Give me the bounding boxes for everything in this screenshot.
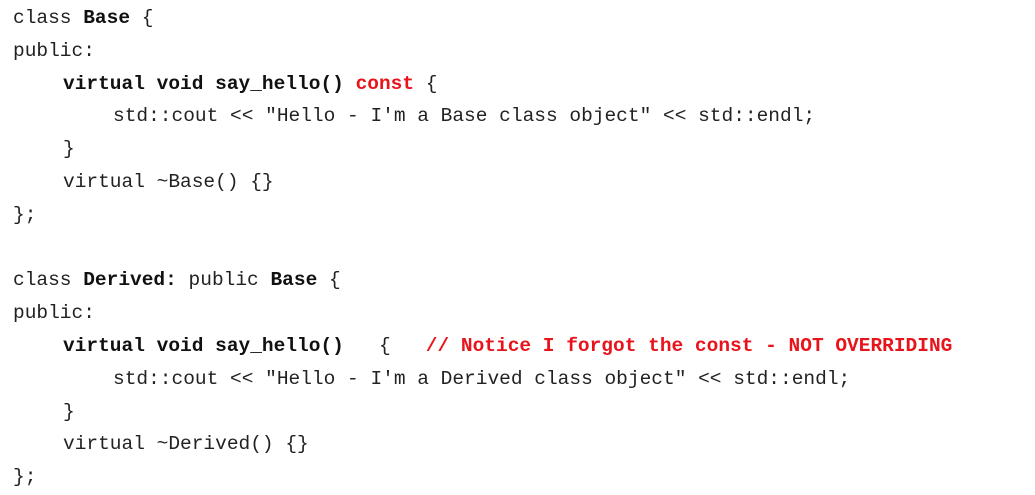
code-line: virtual ~Derived() {} bbox=[63, 429, 309, 459]
code-line: class Base { bbox=[13, 3, 153, 33]
code-line: }; bbox=[13, 462, 36, 492]
code-line: std::cout << "Hello - I'm a Base class o… bbox=[113, 101, 815, 131]
code-line: }; bbox=[13, 200, 36, 230]
code-token: }; bbox=[13, 466, 37, 489]
code-token: { bbox=[414, 72, 438, 95]
code-token: Derived: bbox=[83, 269, 177, 292]
code-line: public: bbox=[13, 298, 95, 328]
code-token: Base bbox=[83, 7, 131, 29]
code-token: class bbox=[13, 269, 84, 292]
code-token: std::cout << "Hello - I'm a Derived clas… bbox=[113, 367, 851, 390]
code-line: class Derived: public Base { bbox=[13, 265, 341, 295]
code-line: public: bbox=[13, 36, 95, 66]
code-token-highlight: const bbox=[355, 72, 415, 95]
code-token: Base bbox=[270, 269, 318, 292]
code-token: public: bbox=[13, 302, 95, 325]
code-token: } bbox=[63, 400, 75, 423]
code-token: virtual ~Base() {} bbox=[63, 171, 274, 193]
code-token: virtual ~Derived() {} bbox=[63, 433, 309, 456]
code-token: { bbox=[130, 7, 154, 29]
code-line: std::cout << "Hello - I'm a Derived clas… bbox=[113, 364, 850, 394]
code-line: } bbox=[63, 397, 75, 427]
code-token: { bbox=[317, 269, 341, 292]
code-token: virtual void say_hello() bbox=[63, 335, 344, 357]
code-listing: class Base { public: virtual void say_hell… bbox=[0, 0, 1035, 495]
code-token: } bbox=[63, 138, 75, 161]
code-line: virtual void say_hello() { // Notice I f… bbox=[63, 331, 952, 361]
code-line: virtual ~Base() {} bbox=[63, 167, 274, 197]
code-token: }; bbox=[13, 203, 37, 226]
code-line: } bbox=[63, 134, 75, 164]
code-token: public bbox=[176, 269, 271, 292]
code-token: { bbox=[343, 335, 426, 357]
code-line: virtual void say_hello() const { bbox=[63, 69, 437, 99]
code-token: virtual void say_hello() bbox=[63, 72, 344, 95]
code-token: std::cout << "Hello - I'm a Base class o… bbox=[113, 105, 816, 128]
code-token: class bbox=[13, 7, 84, 29]
code-token: public: bbox=[13, 39, 95, 62]
code-token-highlight: // Notice I forgot the const - NOT OVERR… bbox=[425, 335, 953, 357]
